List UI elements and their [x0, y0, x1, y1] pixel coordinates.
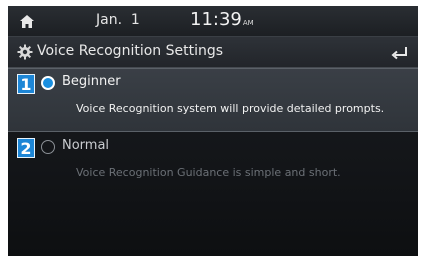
option-number-badge: 2 — [17, 138, 35, 158]
option-description: Voice Recognition system will provide de… — [76, 102, 385, 115]
radio-button-selected[interactable] — [41, 76, 55, 90]
home-button[interactable] — [16, 11, 38, 31]
option-label: Normal — [62, 138, 110, 153]
option-normal[interactable]: 2 Normal Voice Recognition Guidance is s… — [8, 133, 418, 195]
back-button[interactable] — [390, 43, 410, 61]
page-title: Voice Recognition Settings — [37, 43, 224, 59]
option-label: Beginner — [62, 74, 121, 89]
back-arrow-icon — [391, 47, 407, 60]
ampm-indicator: AM — [242, 19, 254, 27]
option-beginner[interactable]: 1 Beginner Voice Recognition system will… — [8, 68, 418, 132]
time-value: 11:39 — [190, 9, 242, 30]
option-number-badge: 1 — [17, 74, 35, 94]
radio-button-unselected[interactable] — [41, 140, 55, 154]
title-bar: Voice Recognition Settings — [8, 37, 418, 68]
clock-display: 11:39AM — [190, 9, 254, 30]
gear-icon — [17, 44, 33, 60]
date-display: Jan. 1 — [96, 12, 140, 28]
status-bar: Jan. 1 11:39AM — [8, 6, 418, 37]
screen: Jan. 1 11:39AM Voice Recognition Setting… — [8, 6, 418, 256]
option-description: Voice Recognition Guidance is simple and… — [76, 166, 341, 179]
home-icon — [20, 14, 34, 28]
